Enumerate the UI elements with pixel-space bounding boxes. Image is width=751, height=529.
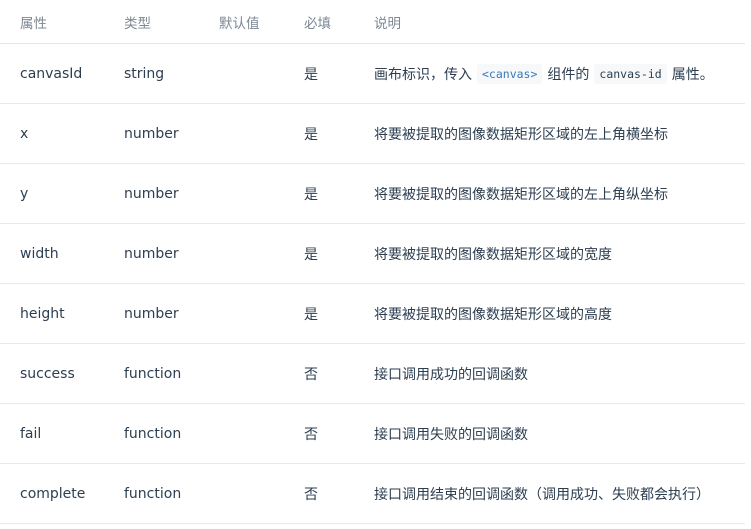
param-description: 接口调用成功的回调函数 (374, 366, 528, 383)
param-name: success (20, 365, 75, 382)
param-required: 是 (304, 66, 318, 83)
param-name: x (20, 125, 29, 142)
param-required: 是 (304, 306, 318, 323)
param-required: 是 (304, 246, 318, 263)
param-name: height (20, 305, 65, 322)
param-description: 将要被提取的图像数据矩形区域的左上角横坐标 (374, 126, 668, 143)
header-description: 说明 (374, 15, 401, 32)
header-type: 类型 (124, 15, 151, 32)
table-row-success: success function 否 接口调用成功的回调函数 (0, 344, 745, 404)
param-required: 是 (304, 126, 318, 143)
param-type: number (124, 185, 179, 202)
param-type: number (124, 305, 179, 322)
param-description: 将要被提取的图像数据矩形区域的左上角纵坐标 (374, 186, 668, 203)
param-type: function (124, 425, 182, 442)
param-name: fail (20, 425, 42, 442)
param-description: 接口调用结束的回调函数（调用成功、失败都会执行） (374, 486, 710, 503)
param-description: 将要被提取的图像数据矩形区域的宽度 (374, 246, 612, 263)
param-type: number (124, 125, 179, 142)
param-description: 接口调用失败的回调函数 (374, 426, 528, 443)
param-type: number (124, 245, 179, 262)
header-name: 属性 (20, 15, 47, 32)
param-type: string (124, 65, 165, 82)
param-type: function (124, 365, 182, 382)
table-header-row: 属性 类型 默认值 必填 说明 (0, 0, 745, 44)
table-row-fail: fail function 否 接口调用失败的回调函数 (0, 404, 745, 464)
table-row-complete: complete function 否 接口调用结束的回调函数（调用成功、失败都… (0, 464, 745, 524)
description-text: 画布标识，传入 (374, 66, 472, 83)
table-row-width: width number 是 将要被提取的图像数据矩形区域的宽度 (0, 224, 745, 284)
param-name: complete (20, 485, 86, 502)
description-text: 属性。 (671, 66, 714, 83)
table-row-height: height number 是 将要被提取的图像数据矩形区域的高度 (0, 284, 745, 344)
header-default: 默认值 (219, 15, 260, 32)
param-required: 否 (304, 366, 318, 383)
description-text: 组件的 (547, 66, 590, 83)
param-name: width (20, 245, 59, 262)
param-description: 画布标识，传入 <canvas> 组件的 canvas-id 属性。 (374, 44, 714, 103)
param-description: 将要被提取的图像数据矩形区域的高度 (374, 306, 612, 323)
table-row-y: y number 是 将要被提取的图像数据矩形区域的左上角纵坐标 (0, 164, 745, 224)
header-required: 必填 (304, 15, 331, 32)
table-row-x: x number 是 将要被提取的图像数据矩形区域的左上角横坐标 (0, 104, 745, 164)
param-name: y (20, 185, 29, 202)
param-required: 否 (304, 426, 318, 443)
parameters-table: 属性 类型 默认值 必填 说明 canvasId string 是 画布标识，传… (0, 0, 751, 529)
param-name: canvasId (20, 65, 83, 82)
table-row-canvasid: canvasId string 是 画布标识，传入 <canvas> 组件的 c… (0, 44, 745, 104)
canvas-id-code: canvas-id (594, 63, 667, 84)
canvas-tag-code: <canvas> (477, 63, 543, 84)
param-type: function (124, 485, 182, 502)
param-required: 否 (304, 486, 318, 503)
param-required: 是 (304, 186, 318, 203)
